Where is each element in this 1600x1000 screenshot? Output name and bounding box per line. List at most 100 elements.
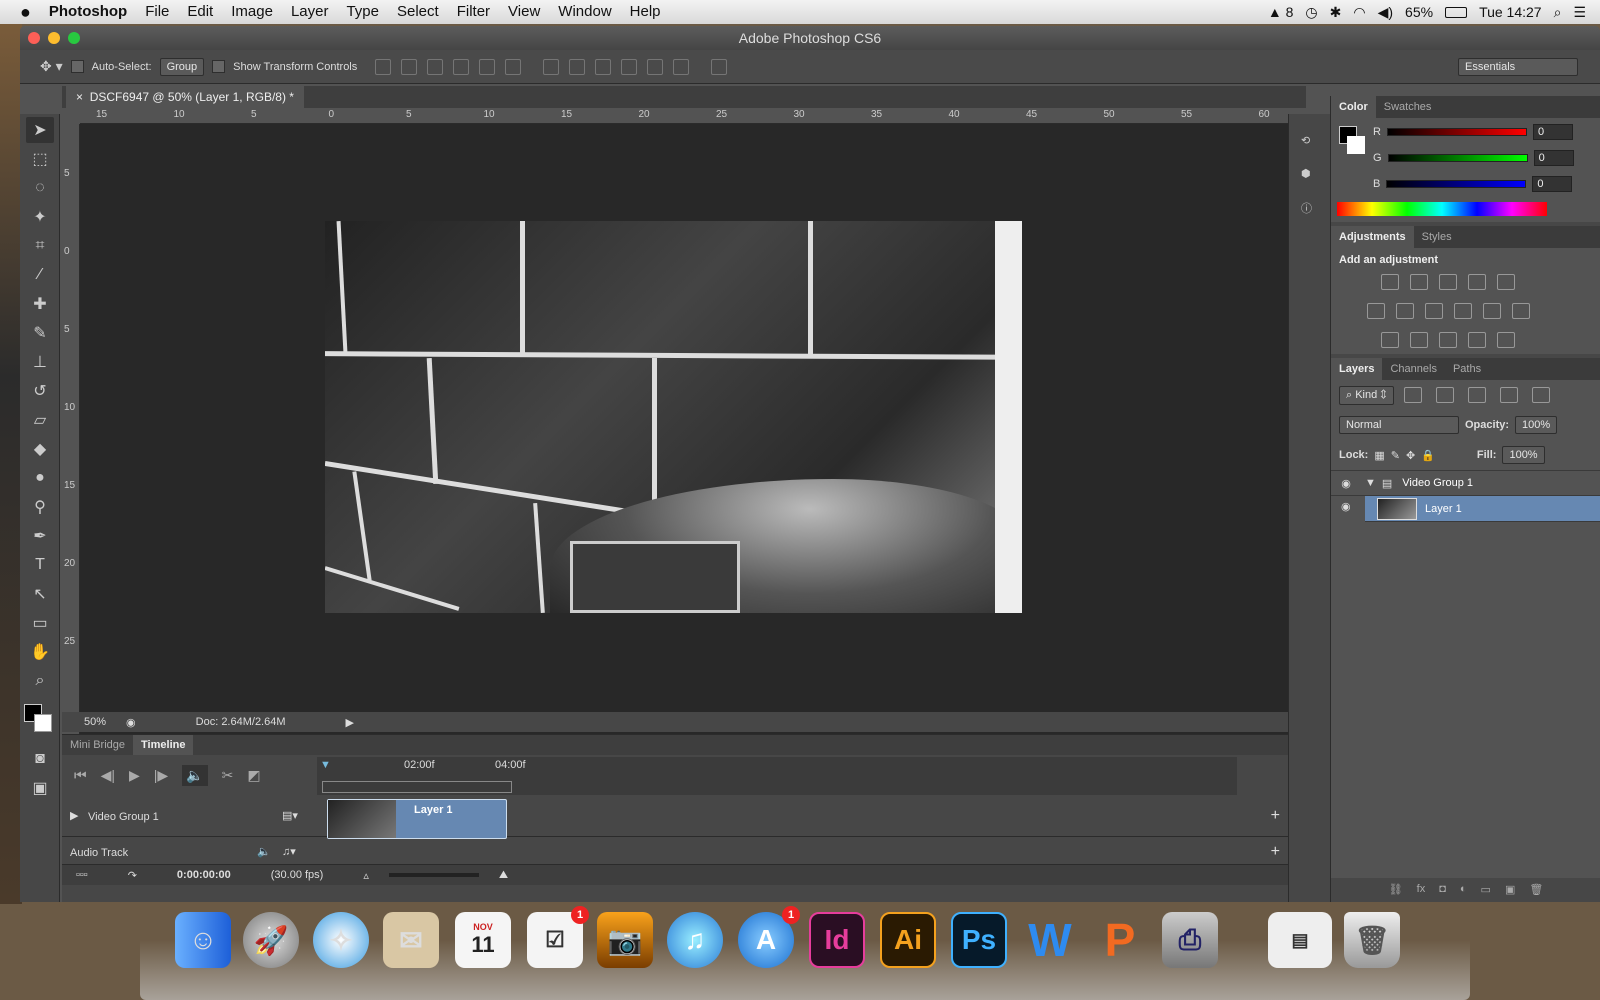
g-value[interactable]: 0 bbox=[1533, 150, 1574, 166]
mute-audio-icon[interactable]: 🔈 bbox=[257, 845, 271, 858]
blend-mode-dropdown[interactable]: Normal bbox=[1339, 416, 1459, 434]
blur-tool-icon[interactable]: ● bbox=[26, 465, 54, 491]
layer-row-layer-1[interactable]: Layer 1 bbox=[1365, 496, 1600, 522]
gradient-map-icon[interactable] bbox=[1497, 332, 1516, 348]
convert-frame-animation-icon[interactable]: ▫▫▫ bbox=[76, 869, 88, 881]
document-tab[interactable]: × DSCF6947 @ 50% (Layer 1, RGB/8) * bbox=[66, 86, 304, 108]
tab-mini-bridge[interactable]: Mini Bridge bbox=[62, 735, 133, 755]
photoshop-dock-icon[interactable]: Ps bbox=[951, 912, 1007, 968]
align-vcenter-icon[interactable] bbox=[401, 58, 418, 75]
menu-filter[interactable]: Filter bbox=[448, 0, 499, 24]
layer-clip[interactable]: Layer 1 bbox=[327, 799, 507, 839]
add-mask-icon[interactable]: ◘ bbox=[1439, 883, 1446, 895]
expand-track-icon[interactable]: ▶ bbox=[70, 809, 78, 822]
safari-icon[interactable]: ✧ bbox=[313, 912, 369, 968]
adobe-updates-icon[interactable]: ▲ 8 bbox=[1268, 4, 1294, 20]
play-icon[interactable]: ▶ bbox=[129, 767, 140, 784]
iphoto-icon[interactable]: 📷 bbox=[597, 912, 653, 968]
filter-type-icon[interactable] bbox=[1467, 387, 1486, 403]
filter-shape-icon[interactable] bbox=[1499, 387, 1518, 403]
black-white-icon[interactable] bbox=[1425, 303, 1444, 319]
color-lookup-icon[interactable] bbox=[1512, 303, 1531, 319]
distribute-vcenter-icon[interactable] bbox=[569, 58, 586, 75]
menu-select[interactable]: Select bbox=[388, 0, 448, 24]
pen-tool-icon[interactable]: ✒ bbox=[26, 523, 54, 549]
auto-align-icon[interactable] bbox=[711, 58, 728, 75]
render-video-icon[interactable]: ↷ bbox=[128, 869, 137, 882]
rectangle-tool-icon[interactable]: ▭ bbox=[26, 610, 54, 636]
itunes-icon[interactable]: ♫ bbox=[667, 912, 723, 968]
history-brush-tool-icon[interactable]: ↺ bbox=[26, 378, 54, 404]
document-image[interactable] bbox=[325, 221, 1022, 613]
calendar-icon[interactable]: NOV 11 bbox=[455, 912, 511, 968]
info-panel-icon[interactable]: ⓘ bbox=[1301, 200, 1318, 216]
volume-icon[interactable]: ◀) bbox=[1378, 4, 1393, 21]
r-value[interactable]: 0 bbox=[1532, 124, 1573, 140]
auto-select-dropdown[interactable]: Group bbox=[159, 57, 205, 76]
group-expand-icon[interactable]: ▼ bbox=[1365, 477, 1376, 489]
distribute-right-icon[interactable] bbox=[673, 58, 690, 75]
show-transform-checkbox[interactable] bbox=[212, 60, 226, 73]
b-slider[interactable] bbox=[1386, 180, 1527, 188]
timeline-zoom-slider[interactable] bbox=[388, 873, 479, 877]
brush-tool-icon[interactable]: ✎ bbox=[26, 320, 54, 346]
r-slider[interactable] bbox=[1386, 128, 1527, 136]
healing-brush-tool-icon[interactable]: ✚ bbox=[26, 291, 54, 317]
path-selection-tool-icon[interactable]: ↖ bbox=[26, 581, 54, 607]
finder-icon[interactable]: ☺ bbox=[175, 912, 231, 968]
eyedropper-tool-icon[interactable]: ⁄ bbox=[26, 262, 54, 288]
indesign-icon[interactable]: Id bbox=[809, 912, 865, 968]
launchpad-icon[interactable]: 🚀 bbox=[243, 912, 299, 968]
word-icon[interactable]: W bbox=[1022, 912, 1078, 968]
link-layers-icon[interactable]: ⛓ bbox=[1389, 883, 1403, 896]
menu-help[interactable]: Help bbox=[621, 0, 670, 24]
type-tool-icon[interactable]: T bbox=[26, 552, 54, 578]
lock-image-icon[interactable]: ✎ bbox=[1391, 449, 1400, 462]
mail-icon[interactable]: ✉ bbox=[383, 912, 439, 968]
lock-transparent-icon[interactable]: ▦ bbox=[1374, 449, 1384, 462]
distribute-top-icon[interactable] bbox=[543, 58, 560, 75]
g-slider[interactable] bbox=[1387, 154, 1528, 162]
filter-pixel-icon[interactable] bbox=[1403, 387, 1422, 403]
add-audio-icon[interactable]: + bbox=[1271, 843, 1280, 861]
minimize-window-button[interactable] bbox=[48, 32, 60, 44]
distribute-bottom-icon[interactable] bbox=[595, 58, 612, 75]
3d-panel-icon[interactable]: ⬢ bbox=[1301, 167, 1318, 180]
color-spectrum-ramp[interactable] bbox=[1337, 202, 1547, 216]
eraser-tool-icon[interactable]: ▱ bbox=[26, 407, 54, 433]
menu-layer[interactable]: Layer bbox=[282, 0, 338, 24]
tab-swatches[interactable]: Swatches bbox=[1376, 96, 1440, 118]
new-layer-icon[interactable]: ▣ bbox=[1505, 883, 1515, 896]
align-hcenter-icon[interactable] bbox=[479, 58, 496, 75]
move-tool-icon[interactable]: ➤ bbox=[26, 117, 54, 143]
video-options-icon[interactable]: ▤▾ bbox=[282, 809, 298, 822]
reminders-icon[interactable]: ☑ 1 bbox=[527, 906, 589, 968]
screen-mode-icon[interactable]: ▣ bbox=[26, 775, 54, 801]
menu-type[interactable]: Type bbox=[337, 0, 388, 24]
tab-styles[interactable]: Styles bbox=[1414, 226, 1460, 248]
align-left-icon[interactable] bbox=[453, 58, 470, 75]
menu-file[interactable]: File bbox=[136, 0, 178, 24]
b-value[interactable]: 0 bbox=[1532, 176, 1573, 192]
layer-filter-kind-dropdown[interactable]: ⌕ Kind ⇕ bbox=[1339, 385, 1394, 405]
spotlight-icon[interactable]: ⌕ bbox=[1554, 4, 1562, 21]
transition-icon[interactable]: ◩ bbox=[247, 767, 260, 784]
photo-filter-icon[interactable] bbox=[1454, 303, 1473, 319]
align-top-icon[interactable] bbox=[375, 58, 392, 75]
menu-image[interactable]: Image bbox=[222, 0, 282, 24]
time-machine-icon[interactable]: ◷ bbox=[1305, 4, 1317, 21]
align-right-icon[interactable] bbox=[505, 58, 522, 75]
invert-icon[interactable] bbox=[1381, 332, 1399, 348]
new-group-icon[interactable]: ▭ bbox=[1481, 883, 1491, 896]
align-bottom-icon[interactable] bbox=[427, 58, 444, 75]
menu-photoshop[interactable]: Photoshop bbox=[40, 0, 136, 24]
trash-icon[interactable]: 🗑 bbox=[1344, 912, 1400, 968]
layer-visibility-eye-icon[interactable]: ◉ bbox=[1341, 500, 1351, 513]
levels-icon[interactable] bbox=[1410, 274, 1429, 290]
wifi-icon[interactable]: ◠ bbox=[1353, 4, 1365, 21]
hue-saturation-icon[interactable] bbox=[1367, 303, 1385, 319]
work-area-bar[interactable] bbox=[322, 781, 512, 793]
hand-tool-icon[interactable]: ✋ bbox=[26, 639, 54, 665]
playhead-icon[interactable]: ▼ bbox=[320, 759, 331, 771]
background-color-swatch[interactable] bbox=[34, 714, 52, 732]
